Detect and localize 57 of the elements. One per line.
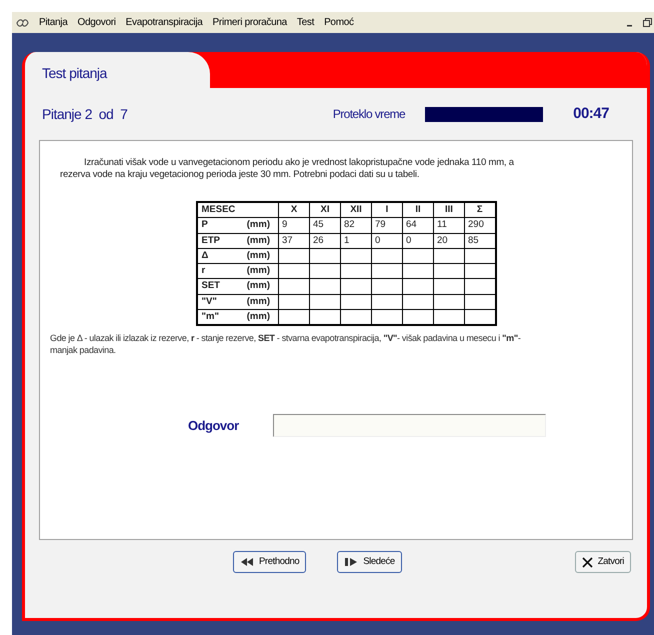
table-header-cell: XI: [310, 202, 340, 218]
answer-field[interactable]: [273, 414, 546, 437]
row-unit: (mm): [246, 279, 270, 294]
table-cell: 45: [313, 219, 324, 230]
table-cell: 85: [468, 234, 479, 246]
menu-item[interactable]: Pomoć: [324, 15, 354, 30]
table-cell: 11: [437, 219, 447, 230]
close-icon: [582, 556, 593, 568]
row-unit: (mm): [246, 218, 270, 232]
table-header-cell: XII: [340, 202, 372, 218]
table-cell: 82: [344, 219, 355, 230]
table-cell: 1: [344, 234, 350, 246]
table-cell: 37: [282, 234, 293, 246]
next-button[interactable]: Sledeće: [337, 551, 402, 573]
row-unit: (mm): [246, 248, 270, 263]
menu-item[interactable]: Evapotranspiracija: [126, 15, 203, 30]
table-cell: 64: [406, 219, 417, 230]
table-cell: 9: [282, 219, 288, 230]
menu-item[interactable]: Odgovori: [77, 15, 116, 30]
table-cell: 26: [313, 234, 324, 246]
menu-item[interactable]: Test: [296, 15, 314, 30]
table-header-cell: X: [278, 202, 310, 218]
row-label: P: [202, 218, 208, 232]
panel-title: Test pitanja: [42, 64, 107, 83]
table-cell: 290: [468, 219, 484, 230]
table-cell: 0: [406, 234, 412, 246]
answer-label: Odgovor: [188, 416, 240, 435]
table-header-cell: II: [402, 202, 434, 218]
forward-icon: [344, 557, 358, 567]
table-header-cell: MESEC: [196, 202, 278, 218]
row-unit: (mm): [246, 294, 270, 308]
row-label: SET: [202, 279, 220, 294]
menu-item[interactable]: Primeri proračuna: [212, 15, 287, 30]
table-footnote: Gde je Δ - ulazak ili izlazak iz rezerve, r - stanje rezerve, SET - stvarna evapotranspiracija, "V"- višak padavina u mesecu i "m"- manjak padavina.: [50, 332, 522, 356]
row-label: r: [202, 264, 206, 278]
question-counter: Pitanje 2 od 7: [42, 104, 128, 124]
row-unit: (mm): [246, 310, 270, 324]
row-label: Δ: [202, 248, 208, 263]
menu-item[interactable]: Pitanja: [39, 15, 68, 30]
row-unit: (mm): [246, 234, 270, 248]
question-text: Izračunati višak vode u vanvegetacionom periodu ako je vrednost lakopristupačne vode jednaka 110 mm, a rezerva vode na kraju vegetacionog perioda jeste 30 mm. Potrebni podaci dati su u tabeli.: [60, 157, 515, 181]
timer: 00:47: [573, 104, 609, 124]
table-cell: 0: [375, 234, 380, 246]
table-header-cell: I: [372, 202, 402, 218]
row-label: "V": [202, 294, 217, 308]
row-label: "m": [202, 310, 219, 324]
previous-button[interactable]: Prethodno: [233, 551, 306, 573]
close-button[interactable]: Zatvori: [574, 551, 631, 573]
table-header-cell: III: [434, 202, 464, 218]
table-cell: 79: [375, 219, 386, 230]
restore-icon[interactable]: [643, 18, 652, 27]
elapsed-time-label: Proteklo vreme: [332, 106, 406, 123]
app-icon: [16, 18, 29, 28]
row-label: ETP: [202, 234, 220, 248]
row-unit: (mm): [246, 264, 270, 278]
table-cell: 20: [437, 234, 448, 246]
rewind-icon: [240, 557, 254, 567]
